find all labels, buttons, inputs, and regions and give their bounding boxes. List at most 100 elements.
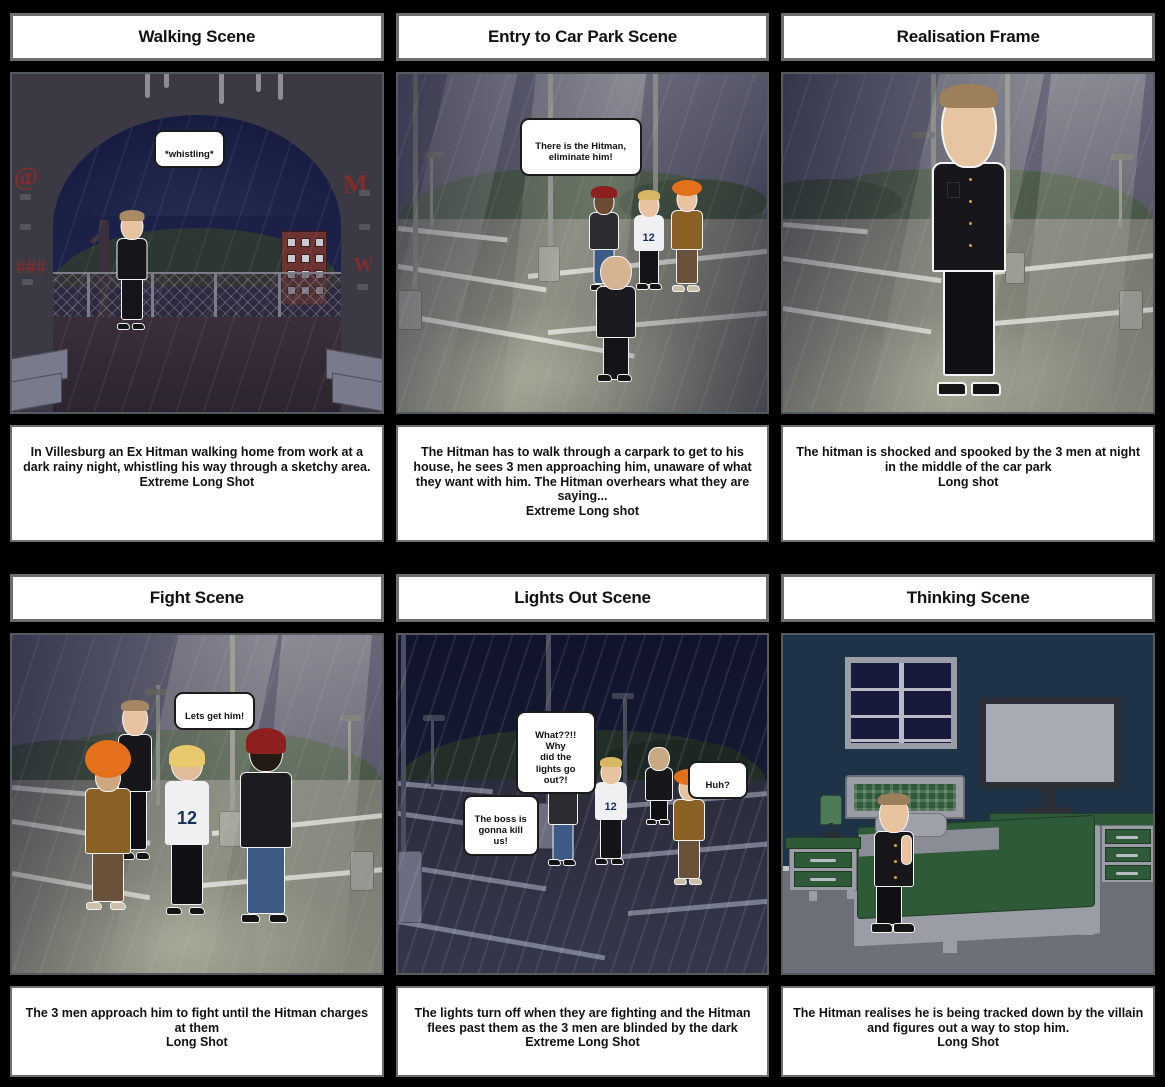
panel-art-2[interactable]: 12 There is the Hitman, eliminate him! (395, 72, 770, 414)
panel-title-box-4[interactable]: Fight Scene (10, 573, 384, 622)
ceiling-drip (255, 74, 261, 92)
character-hitman-shocked (929, 84, 1009, 396)
character-man-orange-hair (670, 180, 704, 292)
trash-bin (537, 246, 560, 282)
panel-caption-box-3[interactable]: The hitman is shocked and spooked by the… (781, 425, 1156, 542)
scene-lights-out: 12 What??!! Why did the lights go out?! … (397, 634, 768, 973)
bubble-text: *whistling* (165, 149, 214, 161)
trash-bin (219, 810, 241, 847)
panel-title-box-3[interactable]: Realisation Frame (781, 13, 1156, 61)
tv-stand-neck (1041, 788, 1056, 809)
panel-caption-box-6[interactable]: The Hitman realises he is being tracked … (781, 985, 1156, 1077)
nightstand-top (785, 836, 862, 849)
character-man-jersey-12: 12 (594, 756, 628, 865)
panel-title-5: Lights Out Scene (514, 587, 651, 607)
light-pole (412, 74, 418, 299)
graffiti-tag: W (353, 254, 374, 276)
jersey: 12 (633, 215, 664, 251)
speech-bubble-lets-get-him: Lets get him! (174, 691, 256, 731)
character-hitman-back (595, 256, 637, 382)
light-pole-small (1119, 156, 1123, 228)
speech-bubble-eliminate: There is the Hitman, eliminate him! (519, 118, 642, 176)
panel-caption-box-4[interactable]: The 3 men approach him to fight until th… (10, 985, 384, 1077)
bubble-text: What??!! Why did the lights go out?! (535, 730, 577, 786)
lamp-base (821, 832, 842, 838)
panel-title-box-6[interactable]: Thinking Scene (781, 573, 1156, 622)
scene-fight: 12 Lets get him! (11, 634, 382, 973)
character-man-orange-hair (84, 739, 132, 910)
ceiling-drip (163, 74, 169, 88)
character-man-jersey-12: 12 (633, 190, 665, 290)
nightstand (789, 846, 858, 891)
storyboard-cell-2: Entry to Car Park Scene 12 There is the … (395, 13, 770, 542)
bed-leg (1081, 912, 1095, 935)
jersey: 12 (165, 780, 209, 845)
panel-title-box-5[interactable]: Lights Out Scene (395, 573, 770, 622)
panel-art-4[interactable]: 12 Lets get him! (10, 632, 384, 975)
storyboard-row-2: Fight Scene 12 Lets get him! The 3 men a… (10, 573, 1156, 1077)
storyboard-cell-4: Fight Scene 12 Lets get him! The 3 men a… (10, 573, 384, 1077)
character-hitman (115, 210, 149, 330)
lamp-head (340, 714, 362, 721)
bubble-text: Lets get him! (185, 711, 245, 723)
light-pole-small (429, 154, 433, 226)
bed-leg (943, 928, 958, 953)
jersey-number: 12 (642, 232, 655, 244)
panel-art-5[interactable]: 12 What??!! Why did the lights go out?! … (395, 632, 770, 975)
ceiling-drip (219, 74, 225, 104)
panel-art-3[interactable] (781, 72, 1156, 414)
speech-bubble-huh: Huh? (687, 760, 748, 800)
storyboard-cell-6: Thinking Scene The Hitman realises he is… (781, 573, 1156, 1077)
panel-art-6[interactable] (781, 632, 1156, 975)
panel-caption-box-2[interactable]: The Hitman has to walk through a carpark… (395, 425, 770, 542)
trash-bin (397, 290, 422, 330)
light-pole-small (348, 716, 351, 783)
jersey-number: 12 (604, 800, 617, 813)
thinking-hand (901, 834, 913, 865)
desk-drawers (1101, 824, 1154, 883)
panel-caption-6: The Hitman realises he is being tracked … (793, 1005, 1144, 1050)
tunnel-ground (52, 316, 342, 412)
storyboard-cell-5: Lights Out Scene 12 What??!! Why did the… (395, 573, 770, 1077)
graffiti-tag: ### (16, 256, 46, 278)
speech-bubble-boss-kill-us: The boss is gonna kill us! (462, 794, 539, 856)
character-hitman-fleeing (644, 746, 674, 825)
jersey: 12 (594, 781, 627, 820)
television (979, 696, 1122, 789)
scene-bedroom (783, 634, 1154, 973)
panel-title-box-1[interactable]: Walking Scene (10, 13, 384, 61)
lamp-head (145, 688, 167, 695)
light-pole (400, 634, 406, 875)
character-man-jersey-12: 12 (164, 744, 210, 915)
window (845, 656, 958, 749)
lamp-head (421, 152, 444, 158)
panel-caption-3: The hitman is shocked and spooked by the… (796, 445, 1141, 489)
trash-bin (349, 850, 374, 891)
speech-bubble-whistling: *whistling* (154, 130, 225, 169)
panel-title-1: Walking Scene (138, 27, 256, 46)
lamp-shade (820, 794, 843, 825)
panel-title-6: Thinking Scene (906, 587, 1030, 607)
panel-title-4: Fight Scene (149, 587, 244, 607)
light-pole (652, 74, 658, 194)
scene-tunnel-underpass: @ ### M W *whistling* (11, 74, 382, 412)
light-pole-small (430, 716, 434, 787)
panel-caption-2: The Hitman has to walk through a carpark… (413, 445, 752, 518)
panel-title-box-2[interactable]: Entry to Car Park Scene (395, 13, 770, 61)
scene-realisation (783, 74, 1154, 412)
bubble-text: There is the Hitman, eliminate him! (535, 141, 627, 164)
character-man-red-hair (239, 727, 293, 923)
panel-caption-box-5[interactable]: The lights turn off when they are fighti… (395, 985, 770, 1077)
scene-car-park-entry: 12 There is the Hitman, eliminate him! (397, 74, 768, 412)
trash-bin (1119, 290, 1144, 330)
panel-caption-5: The lights turn off when they are fighti… (414, 1005, 751, 1050)
panel-caption-1: In Villesburg an Ex Hitman walking home … (23, 445, 371, 489)
lamp-head (1111, 154, 1134, 160)
panel-caption-box-1[interactable]: In Villesburg an Ex Hitman walking home … (10, 425, 384, 542)
jersey-number: 12 (176, 807, 198, 828)
bubble-text: The boss is gonna kill us! (474, 814, 527, 848)
panel-art-1[interactable]: @ ### M W *whistling* (10, 72, 384, 414)
panel-title-3: Realisation Frame (896, 27, 1040, 46)
bubble-text: Huh? (705, 780, 730, 792)
storyboard: Walking Scene @ ### M W *whistling* In V… (0, 0, 1165, 1087)
